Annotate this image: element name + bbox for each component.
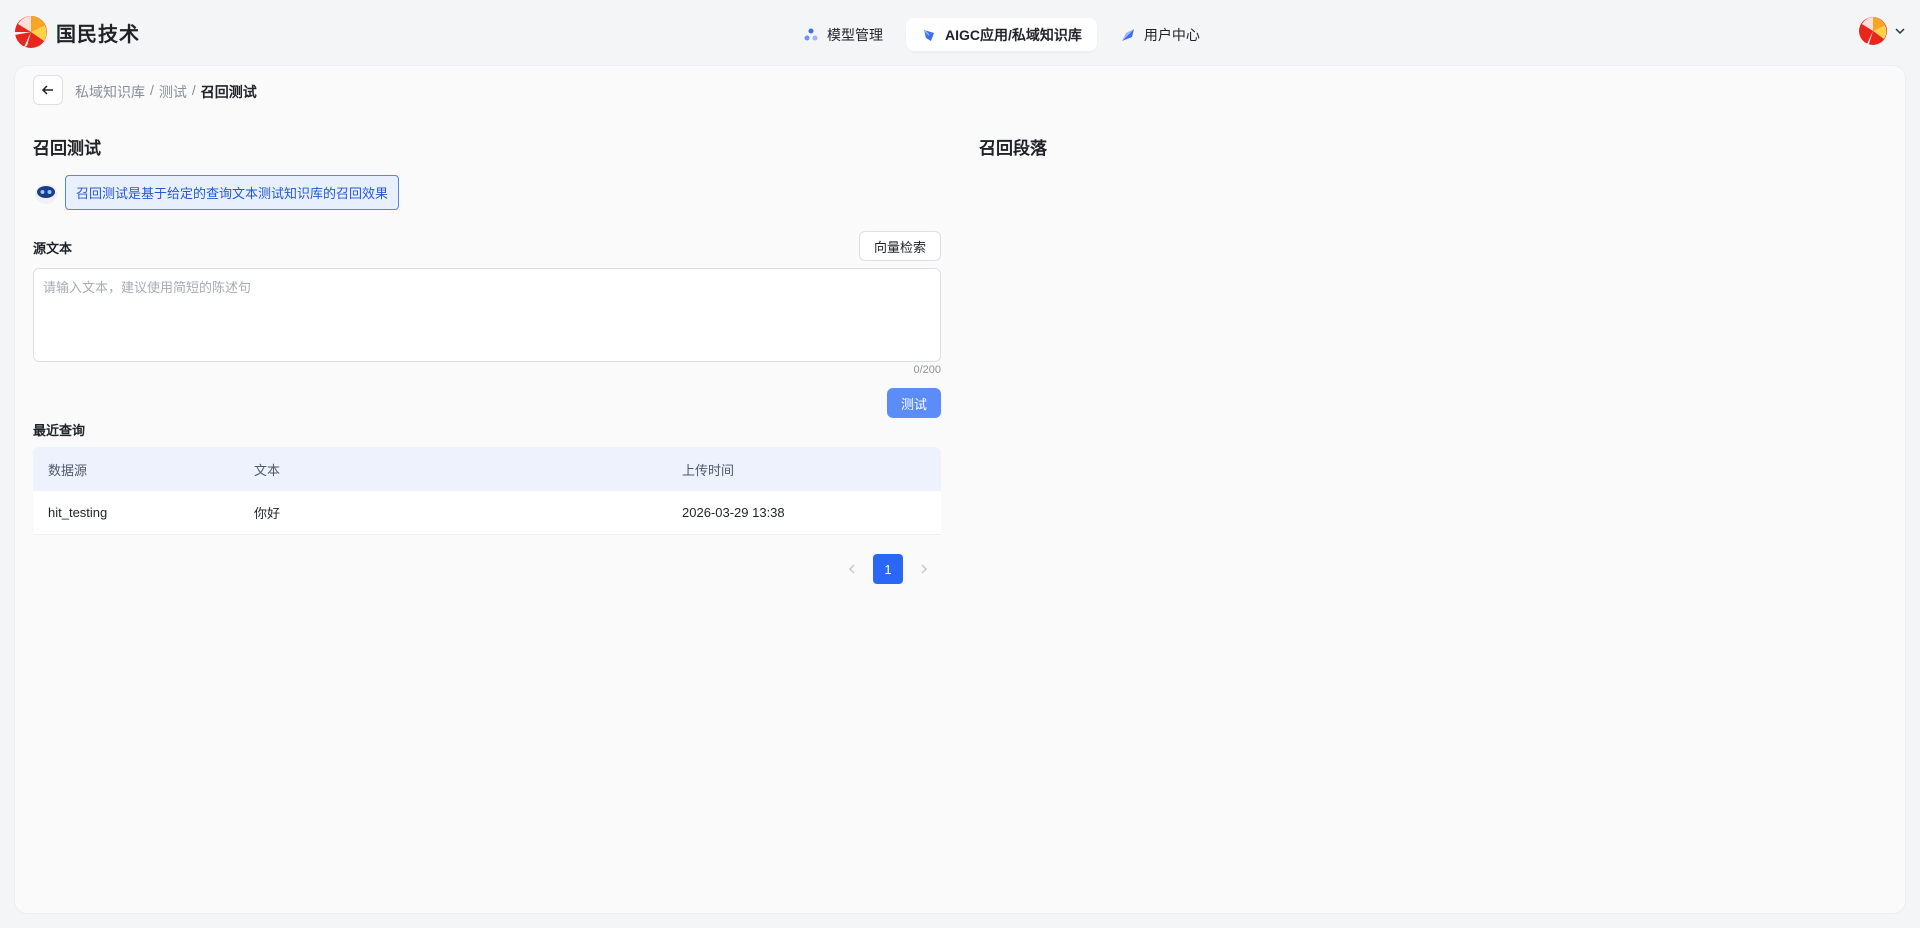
recent-queries-label: 最近查询 [33,423,86,438]
tip-box: 召回测试是基于给定的查询文本测试知识库的召回效果 [33,175,400,210]
cell-text: 你好 [254,506,281,521]
breadcrumb-item-test[interactable]: 测试 [159,82,187,102]
page-number[interactable]: 1 [873,554,903,584]
main-panel: 私域知识库 / 测试 / 召回测试 召回测试 召回段落 召回测试是基于给定的查询… [15,66,1905,913]
source-text-label: 源文本 [33,241,73,256]
test-button[interactable]: 测试 [887,388,941,418]
back-button[interactable] [33,75,63,105]
char-counter: 0/200 [913,364,941,376]
next-page-button[interactable] [913,554,935,584]
source-text-input[interactable] [33,268,941,362]
breadcrumb-separator: / [150,82,154,98]
recall-paragraphs-title: 召回段落 [979,139,1047,158]
chevron-left-icon [849,564,855,574]
avatar [1859,17,1887,45]
breadcrumb-separator: / [191,82,196,98]
table-header: 数据源 文本 上传时间 [33,447,941,491]
column-header-upload-time: 上传时间 [682,462,735,478]
page-title: 召回测试 [33,139,101,158]
brand-logo-icon [15,16,47,48]
nav-label: 模型管理 [827,26,883,43]
model-icon [804,28,818,40]
cell-upload-time: 2026-03-29 13:38 [682,505,785,520]
nav-label: 用户中心 [1143,26,1200,43]
prev-page-button[interactable] [841,554,863,584]
brand[interactable]: 国民技术 [14,15,140,49]
pagination: 1 [841,554,935,584]
nav-label: AIGC应用/私域知识库 [945,26,1082,43]
brand-name: 国民技术 [56,23,140,46]
cell-source: hit_testing [48,505,108,520]
top-bar: 国民技术 模型管理 AIGC应用/私域知识库 用户中心 [0,0,1920,66]
vector-search-button[interactable]: 向量检索 [859,231,941,261]
table-row[interactable]: hit_testing 你好 2026-03-29 13:38 [33,491,941,535]
column-header-source: 数据源 [48,462,88,478]
arrow-left-icon [41,85,53,95]
main-nav: 模型管理 AIGC应用/私域知识库 用户中心 [788,18,1215,51]
breadcrumb: 私域知识库 / 测试 / 召回测试 [75,82,257,102]
user-menu[interactable] [1858,16,1906,46]
user-center-icon [1121,28,1134,41]
tip-text: 召回测试是基于给定的查询文本测试知识库的召回效果 [65,175,400,210]
knowledge-icon [923,28,934,41]
chevron-right-icon [921,564,927,574]
nav-item-user-center[interactable]: 用户中心 [1105,18,1215,51]
chevron-down-icon [1895,28,1905,35]
robot-icon [35,183,57,204]
nav-item-model-management[interactable]: 模型管理 [788,18,898,51]
recent-queries-table: 数据源 文本 上传时间 hit_testing 你好 2026-03-29 13… [33,447,941,535]
column-header-text: 文本 [254,462,281,478]
breadcrumb-item-current: 召回测试 [200,84,257,100]
breadcrumb-item-knowledge[interactable]: 私域知识库 [75,82,145,102]
nav-item-aigc-knowledge[interactable]: AIGC应用/私域知识库 [906,18,1097,51]
